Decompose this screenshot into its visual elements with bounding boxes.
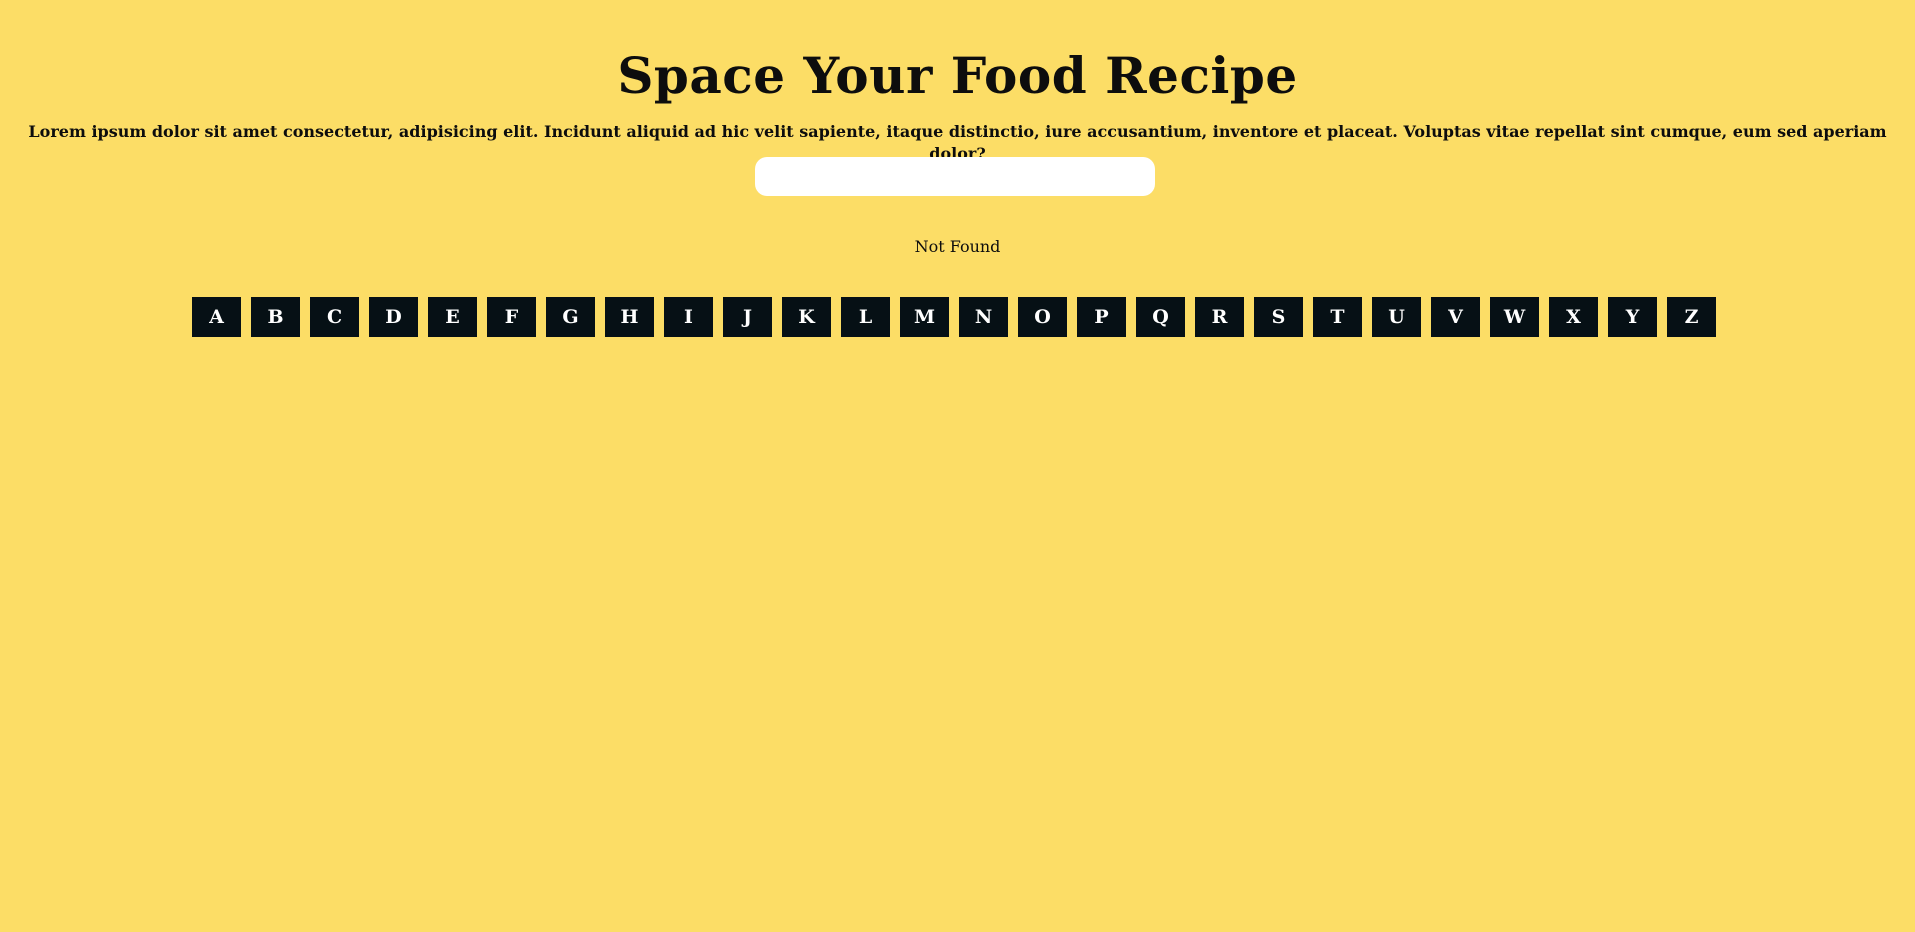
letter-button-w[interactable]: W bbox=[1490, 297, 1539, 337]
letter-button-c[interactable]: C bbox=[310, 297, 359, 337]
page-title: Space Your Food Recipe bbox=[617, 46, 1298, 105]
status-message: Not Found bbox=[914, 237, 1001, 256]
letter-button-t[interactable]: T bbox=[1313, 297, 1362, 337]
letter-button-p[interactable]: P bbox=[1077, 297, 1126, 337]
letter-button-a[interactable]: A bbox=[192, 297, 241, 337]
letter-button-l[interactable]: L bbox=[841, 297, 890, 337]
letter-button-n[interactable]: N bbox=[959, 297, 1008, 337]
page: Space Your Food Recipe Lorem ipsum dolor… bbox=[0, 0, 1915, 932]
letter-button-v[interactable]: V bbox=[1431, 297, 1480, 337]
letter-button-d[interactable]: D bbox=[369, 297, 418, 337]
letter-button-b[interactable]: B bbox=[251, 297, 300, 337]
letter-button-f[interactable]: F bbox=[487, 297, 536, 337]
letter-button-r[interactable]: R bbox=[1195, 297, 1244, 337]
letter-button-e[interactable]: E bbox=[428, 297, 477, 337]
letter-button-x[interactable]: X bbox=[1549, 297, 1598, 337]
letter-button-s[interactable]: S bbox=[1254, 297, 1303, 337]
letter-button-g[interactable]: G bbox=[546, 297, 595, 337]
letter-button-j[interactable]: J bbox=[723, 297, 772, 337]
letter-button-u[interactable]: U bbox=[1372, 297, 1421, 337]
letter-button-q[interactable]: Q bbox=[1136, 297, 1185, 337]
letter-filter-bar: A B C D E F G H I J K L M N O P Q R S T … bbox=[192, 297, 1722, 337]
letter-button-y[interactable]: Y bbox=[1608, 297, 1657, 337]
letter-button-k[interactable]: K bbox=[782, 297, 831, 337]
letter-button-h[interactable]: H bbox=[605, 297, 654, 337]
letter-button-m[interactable]: M bbox=[900, 297, 949, 337]
letter-button-o[interactable]: O bbox=[1018, 297, 1067, 337]
letter-button-i[interactable]: I bbox=[664, 297, 713, 337]
search-input[interactable] bbox=[755, 157, 1155, 196]
letter-button-z[interactable]: Z bbox=[1667, 297, 1716, 337]
